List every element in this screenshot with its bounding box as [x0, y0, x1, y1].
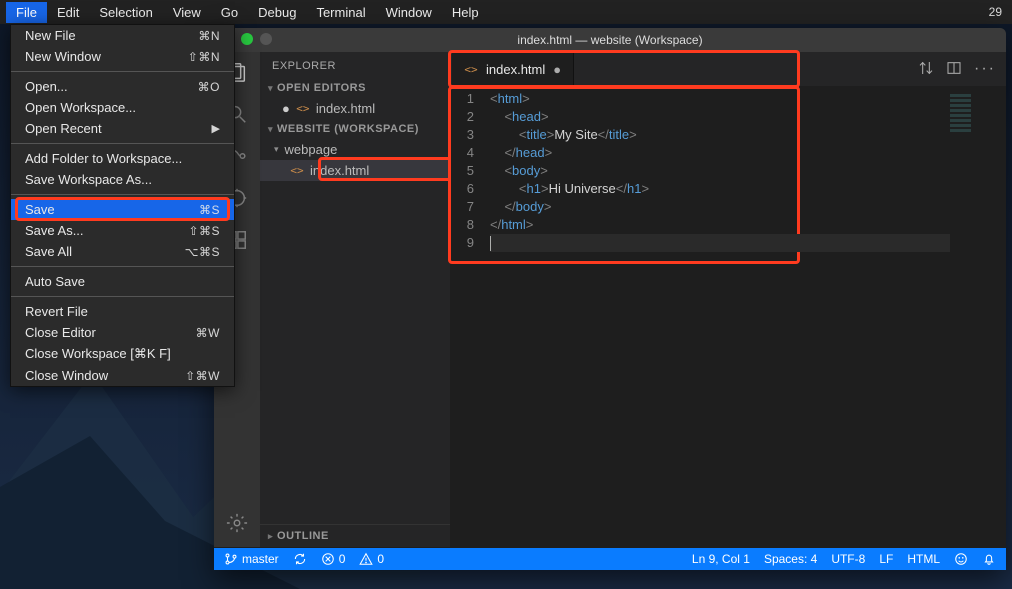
line-number-gutter: 123456789	[450, 90, 490, 547]
status-bar: master 0 0 Ln 9, Col 1 Spaces: 4 UTF-8 L…	[214, 548, 1006, 570]
os-menu-terminal[interactable]: Terminal	[306, 2, 375, 23]
workspace-section[interactable]: ▾WEBSITE (WORKSPACE)	[260, 119, 450, 139]
dirty-indicator-icon: ●	[282, 101, 290, 116]
os-menu-selection[interactable]: Selection	[89, 2, 162, 23]
errors-indicator[interactable]: 0	[321, 552, 346, 566]
more-actions-icon[interactable]: ···	[974, 60, 996, 79]
open-editor-filename: index.html	[316, 101, 375, 116]
indent-indicator[interactable]: Spaces: 4	[764, 552, 817, 566]
encoding-indicator[interactable]: UTF-8	[831, 552, 865, 566]
editor-group: <> index.html ● ··· 123456789 <html> <he…	[450, 52, 1006, 547]
code-editor[interactable]: 123456789 <html> <head> <title>My Site</…	[450, 86, 1006, 547]
outline-section[interactable]: ▸OUTLINE	[260, 524, 450, 547]
menu-item-open-recent[interactable]: Open Recent▶	[11, 118, 234, 139]
os-menu-go[interactable]: Go	[211, 2, 248, 23]
explorer-panel: EXPLORER ▾OPEN EDITORS ● <> index.html ▾…	[260, 52, 450, 547]
feedback-smiley-icon[interactable]	[954, 552, 968, 567]
open-editor-item[interactable]: ● <> index.html	[260, 98, 450, 119]
maximize-window-button[interactable]	[241, 33, 253, 45]
menu-item-add-folder-to-workspace[interactable]: Add Folder to Workspace...	[11, 148, 234, 169]
window-titlebar[interactable]: index.html — website (Workspace)	[214, 28, 1006, 52]
vscode-window: index.html — website (Workspace) EXPLORE…	[214, 28, 1006, 570]
file-menu-dropdown: New File⌘NNew Window⇧⌘N Open...⌘OOpen Wor…	[10, 24, 235, 387]
tab-bar: <> index.html ● ···	[450, 52, 1006, 86]
menu-item-revert-file[interactable]: Revert File	[11, 301, 234, 322]
settings-gear-icon[interactable]	[225, 511, 249, 535]
menu-item-save-all[interactable]: Save All⌥⌘S	[11, 241, 234, 262]
os-menu-bar: FileEditSelectionViewGoDebugTerminalWind…	[0, 0, 1012, 24]
os-menu-help[interactable]: Help	[442, 2, 489, 23]
split-editor-icon[interactable]	[946, 60, 962, 79]
code-content[interactable]: <html> <head> <title>My Site</title> </h…	[490, 90, 950, 547]
html-file-icon: <>	[290, 164, 304, 177]
language-mode[interactable]: HTML	[907, 552, 940, 566]
menu-item-close-editor[interactable]: Close Editor⌘W	[11, 322, 234, 343]
sync-icon[interactable]	[293, 552, 307, 566]
eol-indicator[interactable]: LF	[879, 552, 893, 566]
minimap[interactable]	[950, 90, 1006, 547]
html-file-icon: <>	[296, 102, 310, 115]
menu-item-save-workspace-as[interactable]: Save Workspace As...	[11, 169, 234, 190]
menu-item-close-window[interactable]: Close Window⇧⌘W	[11, 365, 234, 386]
highlight-box	[448, 50, 800, 88]
menu-item-auto-save[interactable]: Auto Save	[11, 271, 234, 292]
os-menu-debug[interactable]: Debug	[248, 2, 306, 23]
open-editors-section[interactable]: ▾OPEN EDITORS	[260, 78, 450, 98]
menu-item-save-as[interactable]: Save As...⇧⌘S	[11, 220, 234, 241]
menu-item-open-workspace[interactable]: Open Workspace...	[11, 97, 234, 118]
os-menu-edit[interactable]: Edit	[47, 2, 89, 23]
explorer-header: EXPLORER	[260, 52, 450, 78]
os-menu-file[interactable]: File	[6, 2, 47, 23]
menu-item-new-window[interactable]: New Window⇧⌘N	[11, 46, 234, 67]
minimize-window-button[interactable]	[260, 33, 272, 45]
notifications-bell-icon[interactable]	[982, 552, 996, 567]
compare-changes-icon[interactable]	[918, 60, 934, 79]
folder-label: webpage	[285, 142, 338, 157]
cursor-position[interactable]: Ln 9, Col 1	[692, 552, 750, 566]
warnings-indicator[interactable]: 0	[359, 552, 384, 566]
menu-item-new-file[interactable]: New File⌘N	[11, 25, 234, 46]
os-menu-view[interactable]: View	[163, 2, 211, 23]
menu-item-save[interactable]: Save⌘S	[11, 199, 234, 220]
window-title: index.html — website (Workspace)	[517, 33, 702, 47]
os-menu-window[interactable]: Window	[376, 2, 442, 23]
menu-bar-clock: 29	[989, 5, 1006, 19]
menu-item-close-workspace-k-f[interactable]: Close Workspace [⌘K F]	[11, 343, 234, 365]
menu-item-open[interactable]: Open...⌘O	[11, 76, 234, 97]
git-branch-indicator[interactable]: master	[224, 552, 279, 566]
